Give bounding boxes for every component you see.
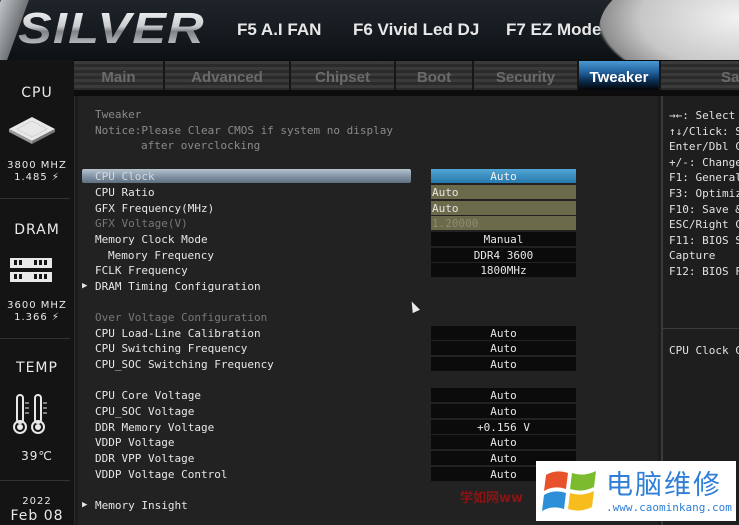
voltage-section-title: Over Voltage Configuration: [95, 311, 268, 324]
f7-ez-mode-button[interactable]: F7 EZ Mode: [506, 20, 601, 40]
setting-vddp-voltage[interactable]: VDDP Voltage: [95, 435, 174, 450]
value-cpu-ratio[interactable]: Auto: [431, 185, 576, 200]
setting-fclk-frequency[interactable]: FCLK Frequency: [95, 263, 188, 278]
header-swoosh-decoration: [599, 0, 739, 60]
dram-voltage: 1.366 ⚡: [14, 312, 60, 323]
help-line: F12: BIOS F: [669, 265, 739, 278]
brand-logo: SILVER: [18, 4, 205, 53]
temperature-value: 39℃: [21, 449, 53, 463]
submenu-dram-timing[interactable]: DRAM Timing Configuration: [95, 279, 261, 294]
tab-chipset[interactable]: Chipset: [291, 61, 396, 90]
notice-text-continued: after overclocking: [141, 139, 261, 152]
tab-security[interactable]: Security: [474, 61, 579, 90]
item-description: CPU Clock C: [669, 344, 739, 357]
value-cpu-switching-frequency[interactable]: Auto: [431, 341, 576, 356]
help-line: F3: Optimiz: [669, 187, 739, 200]
watermark-red-text: 学如网ww: [460, 491, 524, 506]
value-memory-clock-mode[interactable]: Manual: [431, 232, 576, 247]
watermark-url: .www.caominkang.com: [606, 501, 732, 514]
thermometer-icon: [13, 394, 47, 434]
value-cpu-llc[interactable]: Auto: [431, 326, 576, 341]
value-ddr-memory-voltage[interactable]: +0.156 V: [431, 420, 576, 435]
mouse-pointer-icon: [408, 299, 420, 314]
f6-vivid-led-dj-button[interactable]: F6 Vivid Led DJ: [353, 20, 479, 40]
submenu-arrow-icon: ▶: [82, 500, 88, 510]
cpu-voltage: 1.485 ⚡: [14, 172, 60, 183]
help-line: Enter/Dbl C: [669, 140, 739, 154]
value-vddp-voltage[interactable]: Auto: [431, 435, 576, 450]
status-sidebar: CPU 3800 MHZ 1.485 ⚡ DRAM 3600 MHZ 1.366…: [0, 60, 75, 525]
value-gfx-voltage: 1.20000: [431, 216, 576, 231]
windows-flag-icon: [542, 471, 596, 511]
sidebar-divider: [0, 338, 70, 339]
tab-tweaker[interactable]: Tweaker: [579, 61, 661, 90]
notice-text: Notice:Please Clear CMOS if system no di…: [95, 124, 394, 137]
setting-cpu-clock[interactable]: CPU Clock: [95, 169, 155, 184]
setting-gfx-voltage: GFX Voltage(V): [95, 217, 188, 230]
value-cpu-clock[interactable]: Auto: [431, 169, 576, 184]
setting-ddr-memory-voltage[interactable]: DDR Memory Voltage: [95, 420, 214, 435]
setting-memory-frequency[interactable]: Memory Frequency: [108, 248, 214, 263]
tab-advanced[interactable]: Advanced: [165, 61, 291, 90]
setting-vddp-voltage-control[interactable]: VDDP Voltage Control: [95, 467, 227, 482]
help-line: F1: General: [669, 171, 739, 185]
header-banner: SILVER F5 A.I FAN F6 Vivid Led DJ F7 EZ …: [0, 0, 739, 60]
tab-boot[interactable]: Boot: [396, 61, 474, 90]
dram-title: DRAM: [14, 222, 60, 238]
help-line: F11: BIOS S: [669, 233, 739, 247]
help-line: F10: Save &: [669, 202, 739, 216]
value-fclk-frequency[interactable]: 1800MHz: [431, 263, 576, 278]
cpu-chip-icon: [9, 117, 55, 144]
help-line: +/-: Change: [669, 155, 739, 169]
cpu-title: CPU: [21, 85, 53, 101]
dram-frequency: 3600 MHZ: [7, 300, 67, 311]
value-memory-frequency[interactable]: DDR4 3600: [431, 248, 576, 263]
setting-cpu-ratio[interactable]: CPU Ratio: [95, 185, 155, 200]
cpu-frequency: 3800 MHZ: [7, 160, 67, 171]
date-year: 2022: [22, 496, 52, 507]
help-line: ↑↓/Click: S: [669, 124, 739, 138]
tab-main[interactable]: Main: [74, 61, 165, 90]
date-day: Feb 08: [10, 508, 64, 524]
f5-ai-fan-button[interactable]: F5 A.I FAN: [237, 20, 321, 40]
sidebar-divider: [0, 198, 70, 199]
submenu-memory-insight[interactable]: Memory Insight: [95, 498, 188, 513]
value-cpu-soc-switching-frequency[interactable]: Auto: [431, 357, 576, 372]
submenu-arrow-icon: ▶: [82, 281, 88, 291]
watermark-chinese-text: 电脑维修: [606, 470, 722, 501]
sidebar-divider: [0, 480, 70, 481]
tab-bar: Main Advanced Chipset Boot Security Twea…: [74, 60, 739, 96]
memory-module-icon: [10, 258, 52, 282]
setting-cpu-core-voltage[interactable]: CPU Core Voltage: [95, 388, 201, 403]
temp-title: TEMP: [16, 360, 58, 376]
setting-cpu-soc-switching-frequency[interactable]: CPU_SOC Switching Frequency: [95, 357, 274, 372]
setting-gfx-frequency[interactable]: GFX Frequency(MHz): [95, 201, 214, 216]
help-line: Capture: [669, 249, 716, 263]
setting-cpu-switching-frequency[interactable]: CPU Switching Frequency: [95, 341, 247, 356]
value-gfx-frequency[interactable]: Auto: [431, 201, 576, 216]
setting-memory-clock-mode[interactable]: Memory Clock Mode: [95, 232, 208, 247]
watermark-logo: 电脑维修 .www.caominkang.com: [536, 461, 736, 521]
setting-cpu-llc[interactable]: CPU Load-Line Calibration: [95, 326, 261, 341]
help-divider: [663, 328, 739, 329]
help-line: →←: Select: [669, 109, 736, 122]
setting-ddr-vpp-voltage[interactable]: DDR VPP Voltage: [95, 451, 194, 466]
value-cpu-core-voltage[interactable]: Auto: [431, 388, 576, 403]
tab-save[interactable]: Save: [661, 61, 739, 90]
help-line: ESC/Right C: [669, 218, 739, 232]
setting-cpu-soc-voltage[interactable]: CPU_SOC Voltage: [95, 404, 194, 419]
value-cpu-soc-voltage[interactable]: Auto: [431, 404, 576, 419]
section-title: Tweaker: [95, 108, 142, 121]
